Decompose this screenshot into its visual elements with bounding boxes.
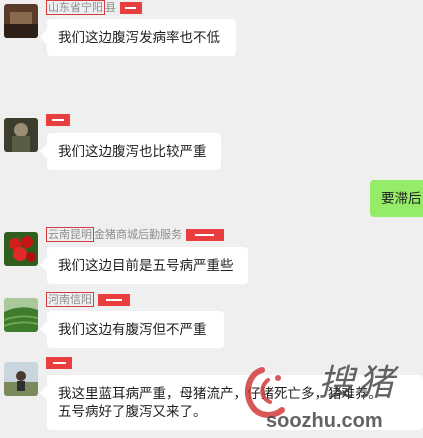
message-text: 我们这边目前是五号病严重些 [58, 258, 234, 274]
message-text: 我们这边腹泻发病率也不低 [58, 30, 220, 46]
avatar[interactable] [4, 118, 38, 152]
sender-name: 山东省宁阳县 [46, 0, 142, 15]
avatar[interactable] [4, 232, 38, 266]
watermark-domain: soozhu.com [266, 410, 383, 432]
message-bubble[interactable]: 我们这边有腹泻但不严重 [47, 311, 224, 348]
sender-name [46, 355, 72, 370]
sender-name: 河南信阳 [46, 292, 130, 307]
pig-logo-icon [244, 367, 285, 418]
message-bubble[interactable]: 我们这边目前是五号病严重些 [47, 247, 248, 284]
sender-name: 云南昆明 金猪商城后勤服务 [46, 227, 224, 242]
sender-name [46, 112, 70, 127]
message-text: 我们这边有腹泻但不严重 [58, 322, 207, 338]
message-text: 要滞后 [381, 191, 422, 207]
message-text: 我们这边腹泻也比较严重 [58, 144, 207, 160]
watermark-logo: 搜猪 soozhu.com [240, 350, 423, 434]
avatar[interactable] [4, 298, 38, 332]
avatar[interactable] [4, 4, 38, 38]
message-bubble[interactable]: 我们这边腹泻发病率也不低 [47, 19, 236, 56]
message-bubble-self[interactable]: 要滞后 [370, 180, 423, 217]
message-bubble[interactable]: 我们这边腹泻也比较严重 [47, 133, 221, 170]
avatar[interactable] [4, 362, 38, 396]
watermark-brand: 搜猪 [318, 363, 399, 404]
